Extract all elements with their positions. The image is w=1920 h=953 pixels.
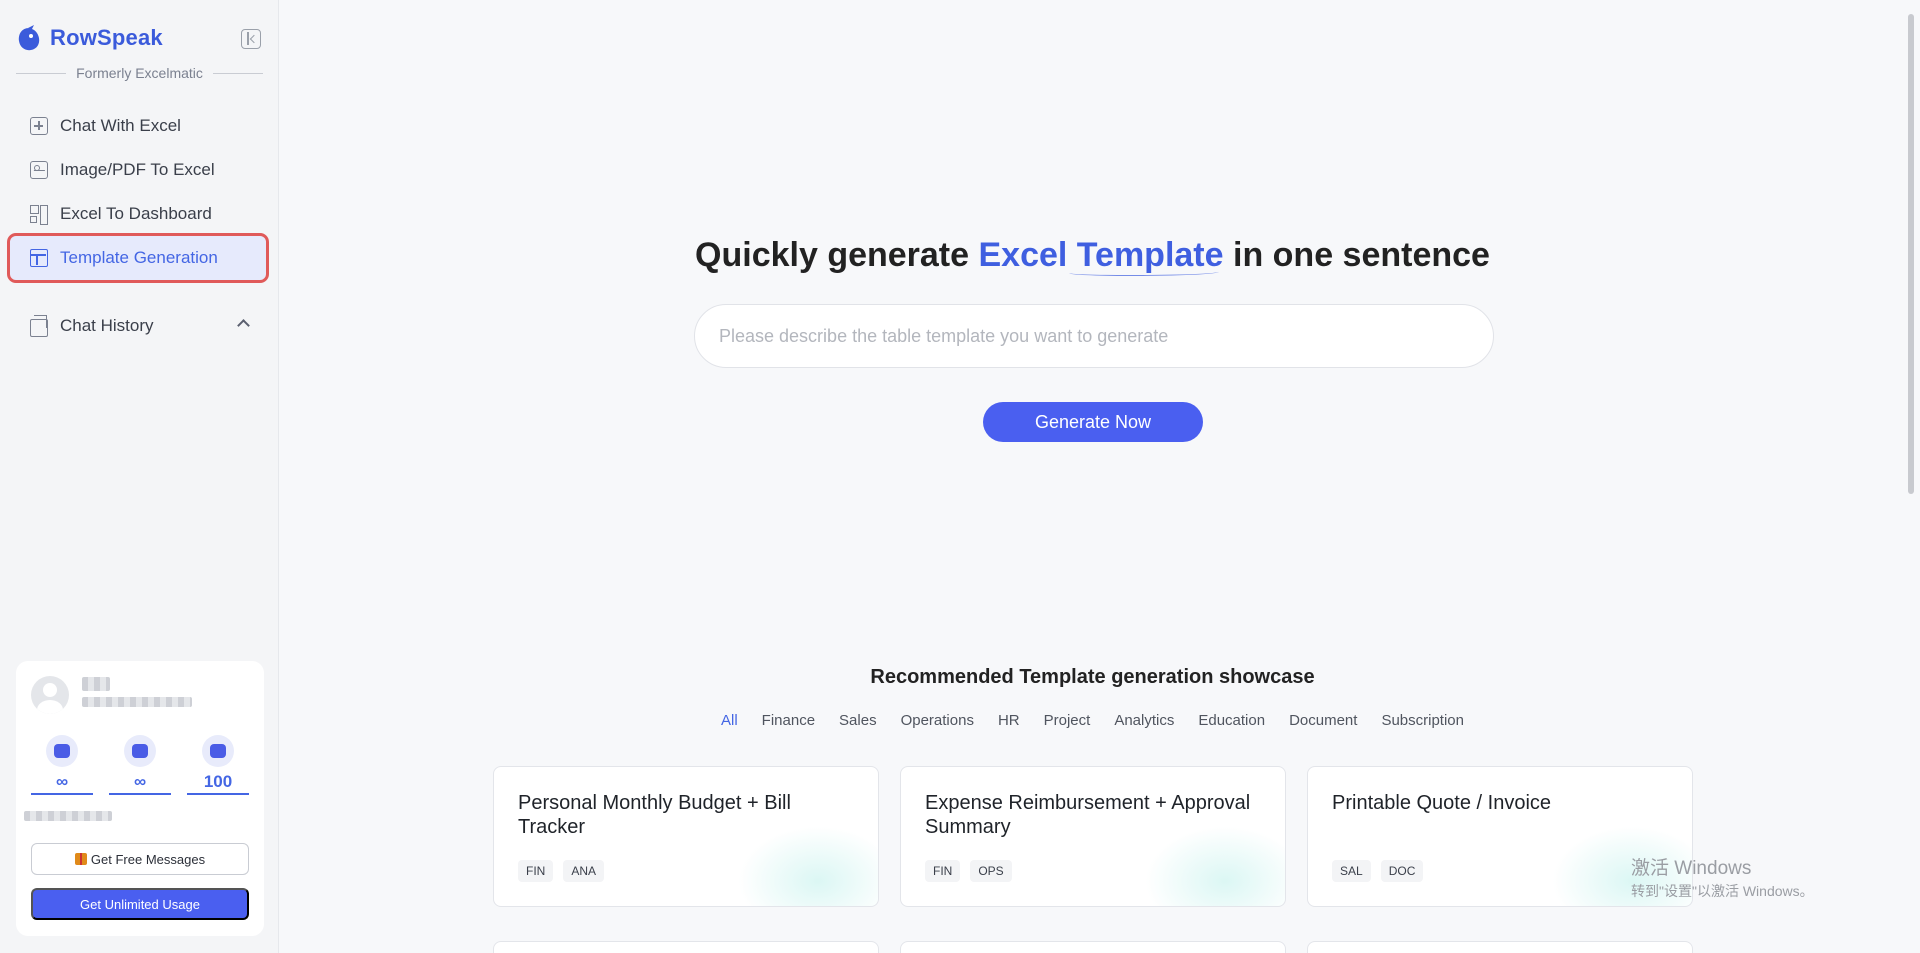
tag: FIN <box>518 860 554 882</box>
stat-image: ∞ <box>109 735 171 795</box>
template-card-tags: SAL DOC <box>1332 860 1424 882</box>
hero-title-after: in one sentence <box>1233 236 1490 274</box>
user-card: ∞ ∞ 100 Get Free Messages Get Unlimited … <box>16 661 264 936</box>
tag: OPS <box>970 860 1012 882</box>
sidebar-item-chat-history[interactable]: Chat History <box>10 304 266 348</box>
chevron-up-icon[interactable] <box>237 319 250 332</box>
filter-analytics[interactable]: Analytics <box>1114 712 1174 729</box>
stat-value: ∞ <box>133 772 147 791</box>
filter-all[interactable]: All <box>721 712 738 729</box>
filter-sales[interactable]: Sales <box>839 712 877 729</box>
template-card-tags: FIN OPS <box>925 860 1012 882</box>
avatar[interactable] <box>31 676 69 714</box>
hero-title-accent: Excel Template <box>978 236 1224 274</box>
stat-value: ∞ <box>55 772 69 791</box>
hero-title-before: Quickly generate <box>695 236 970 274</box>
template-card-partial[interactable] <box>493 941 879 953</box>
sidebar-item-image-pdf-to-excel[interactable]: Image/PDF To Excel <box>10 148 266 192</box>
template-card[interactable]: Expense Reimbursement + Approval Summary… <box>900 766 1286 907</box>
stat-value: 100 <box>203 772 233 791</box>
tag: DOC <box>1380 860 1424 882</box>
get-unlimited-usage-button[interactable]: Get Unlimited Usage <box>31 888 249 920</box>
hero-title: Quickly generate Excel Template in one s… <box>280 236 1905 275</box>
sidebar-item-template-generation[interactable]: Template Generation <box>7 233 269 283</box>
sidebar: RowSpeak Formerly Excelmatic Chat With E… <box>0 0 279 953</box>
app-name: RowSpeak <box>50 25 163 50</box>
blurred-plan-text <box>24 811 112 821</box>
generate-now-button[interactable]: Generate Now <box>983 402 1203 442</box>
page-scrollbar[interactable] <box>1900 0 1920 953</box>
get-free-messages-label: Get Free Messages <box>90 851 206 867</box>
formerly-text: Formerly Excelmatic <box>76 65 203 81</box>
scrollbar-thumb[interactable] <box>1908 14 1914 494</box>
template-icon <box>30 249 48 267</box>
filter-hr[interactable]: HR <box>998 712 1020 729</box>
chart-icon <box>202 735 234 767</box>
sidebar-item-label: Image/PDF To Excel <box>60 160 215 179</box>
category-filters: All Finance Sales Operations HR Project … <box>280 712 1905 729</box>
template-card-title: Personal Monthly Budget + Bill Tracker <box>518 792 791 838</box>
template-card-partial[interactable] <box>1307 941 1693 953</box>
tag: ANA <box>563 860 605 882</box>
filter-subscription[interactable]: Subscription <box>1381 712 1464 729</box>
sidebar-item-label: Template Generation <box>60 248 218 267</box>
sidebar-item-chat-with-excel[interactable]: Chat With Excel <box>10 104 266 148</box>
sidebar-item-label: Chat With Excel <box>60 116 181 135</box>
filter-operations[interactable]: Operations <box>901 712 974 729</box>
blurred-username <box>82 677 110 691</box>
sidebar-item-label: Chat History <box>60 316 154 335</box>
tag: SAL <box>1332 860 1371 882</box>
watermark-line1: 激活 Windows <box>1631 858 1752 879</box>
template-card-tags: FIN ANA <box>518 860 605 882</box>
image-icon <box>30 161 48 179</box>
dashboard-icon <box>30 205 48 225</box>
chat-plus-icon <box>30 117 48 135</box>
logo[interactable]: RowSpeak <box>16 24 163 52</box>
stat-chart: 100 <box>187 735 249 795</box>
template-card-partial[interactable] <box>900 941 1286 953</box>
collapse-sidebar-icon[interactable] <box>241 29 261 49</box>
blurred-email <box>82 697 192 707</box>
gift-icon <box>74 853 87 865</box>
get-free-messages-button[interactable]: Get Free Messages <box>31 843 249 875</box>
filter-project[interactable]: Project <box>1044 712 1091 729</box>
windows-activation-watermark: 激活 Windows 转到"设置"以激活 Windows。 <box>1631 857 1814 903</box>
main-content: Quickly generate Excel Template in one s… <box>280 0 1900 953</box>
formerly-caption: Formerly Excelmatic <box>16 65 264 81</box>
sidebar-nav: Chat With Excel Image/PDF To Excel Excel… <box>7 104 269 348</box>
filter-finance[interactable]: Finance <box>762 712 815 729</box>
sidebar-item-excel-to-dashboard[interactable]: Excel To Dashboard <box>10 192 266 236</box>
showcase-title: Recommended Template generation showcase <box>870 666 1315 688</box>
template-card[interactable]: Personal Monthly Budget + Bill Tracker F… <box>493 766 879 907</box>
filter-document[interactable]: Document <box>1289 712 1357 729</box>
template-card-title: Expense Reimbursement + Approval Summary <box>925 792 1251 838</box>
template-card-title: Printable Quote / Invoice <box>1332 792 1552 814</box>
stat-chat: ∞ <box>31 735 93 795</box>
tag: FIN <box>925 860 961 882</box>
sidebar-item-label: Excel To Dashboard <box>60 204 212 223</box>
template-prompt-input[interactable] <box>694 304 1494 368</box>
rowspeak-logo-icon <box>18 25 40 51</box>
history-icon <box>30 315 48 337</box>
watermark-line2: 转到"设置"以激活 Windows。 <box>1631 883 1814 899</box>
image-icon <box>124 735 156 767</box>
filter-education[interactable]: Education <box>1198 712 1265 729</box>
chat-icon <box>46 735 78 767</box>
usage-stats: ∞ ∞ 100 <box>31 735 249 795</box>
